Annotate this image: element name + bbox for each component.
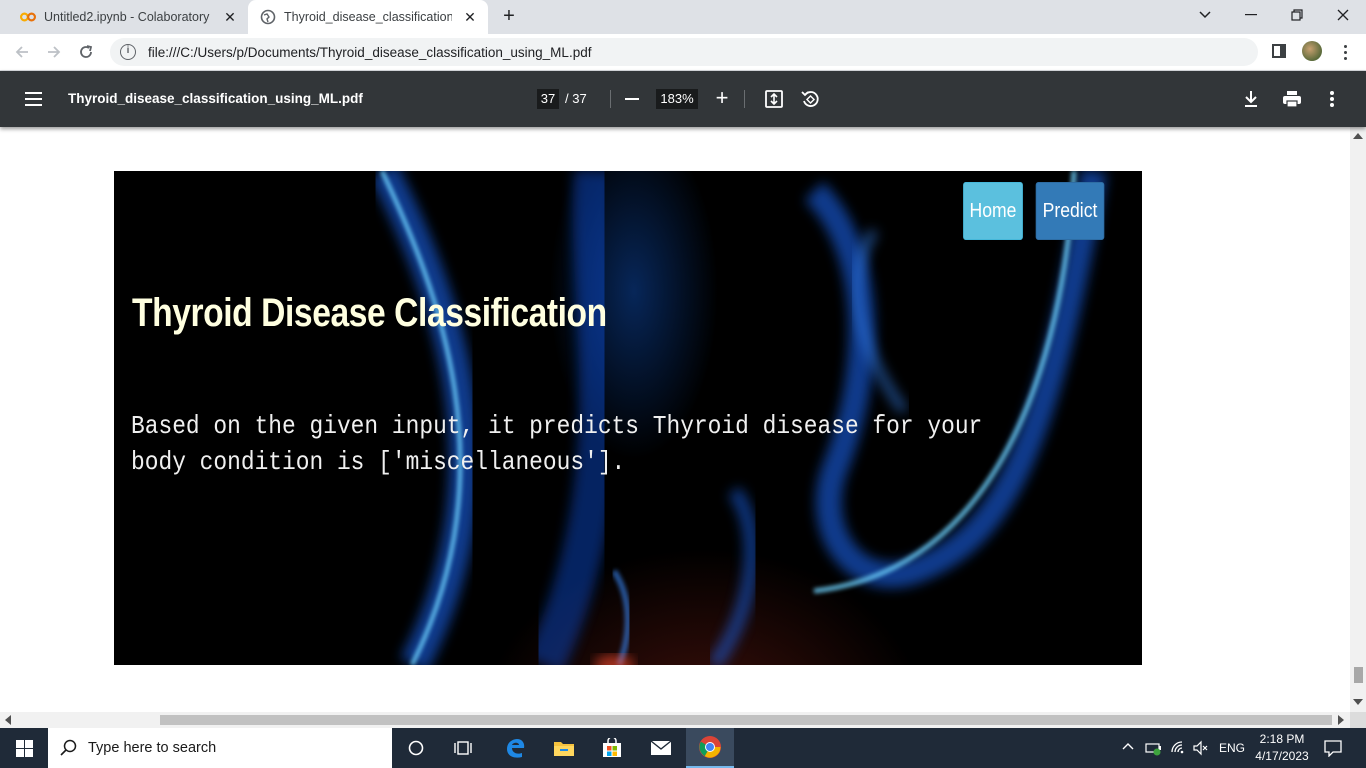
- scroll-up-arrow-icon[interactable]: [1353, 133, 1363, 139]
- tab-pdf[interactable]: Thyroid_disease_classification_us ✕: [248, 0, 488, 34]
- rotate-icon[interactable]: [799, 88, 821, 110]
- restore-button[interactable]: [1274, 0, 1320, 30]
- close-tab-icon[interactable]: ✕: [222, 9, 238, 25]
- start-button[interactable]: [0, 728, 48, 768]
- vertical-scrollbar[interactable]: [1350, 127, 1366, 712]
- page-number-input[interactable]: 37: [537, 89, 559, 109]
- mail-icon[interactable]: [637, 728, 685, 768]
- notifications-icon[interactable]: [1324, 739, 1342, 760]
- info-icon[interactable]: i: [120, 44, 136, 60]
- horizontal-scroll-thumb[interactable]: [160, 715, 1332, 725]
- file-explorer-icon[interactable]: [540, 728, 588, 768]
- tab-title: Untitled2.ipynb - Colaboratory: [44, 10, 210, 24]
- volume-muted-icon[interactable]: [1193, 740, 1209, 759]
- chrome-icon[interactable]: [686, 728, 734, 768]
- menu-icon[interactable]: [25, 92, 42, 106]
- close-window-button[interactable]: [1320, 0, 1366, 30]
- new-tab-button[interactable]: +: [498, 6, 520, 28]
- clock-date: 4/17/2023: [1255, 749, 1309, 763]
- more-options-icon[interactable]: [1321, 88, 1343, 110]
- forward-button[interactable]: [42, 40, 66, 64]
- page-total: / 37: [565, 91, 587, 106]
- search-placeholder: Type here to search: [88, 740, 217, 756]
- toolbar-divider: [744, 90, 745, 108]
- search-icon: [60, 739, 78, 761]
- pdf-file-name: Thyroid_disease_classification_using_ML.…: [68, 91, 363, 106]
- show-hidden-icons-icon[interactable]: [1122, 739, 1134, 756]
- download-icon[interactable]: [1240, 88, 1262, 110]
- back-button[interactable]: [10, 40, 34, 64]
- zoom-out-button[interactable]: [625, 98, 639, 100]
- browser-menu-icon[interactable]: [1340, 40, 1350, 64]
- horizontal-scrollbar[interactable]: [0, 712, 1350, 728]
- home-nav-button: Home: [963, 182, 1023, 240]
- tab-strip: Untitled2.ipynb - Colaboratory ✕ Thyroid…: [0, 0, 1366, 34]
- input-language[interactable]: ENG: [1219, 741, 1245, 755]
- print-icon[interactable]: [1281, 88, 1303, 110]
- zoom-in-button[interactable]: +: [712, 87, 732, 109]
- toolbar-divider: [610, 90, 611, 108]
- side-panel-icon[interactable]: [1272, 44, 1286, 58]
- system-clock[interactable]: 2:18 PM 4/17/2023: [1250, 731, 1314, 765]
- reload-button[interactable]: [74, 40, 98, 64]
- scroll-right-arrow-icon[interactable]: [1338, 715, 1344, 725]
- profile-avatar[interactable]: [1302, 41, 1322, 61]
- colab-icon: [20, 9, 36, 25]
- pdf-toolbar: Thyroid_disease_classification_using_ML.…: [0, 71, 1366, 127]
- tab-colab[interactable]: Untitled2.ipynb - Colaboratory ✕: [8, 0, 248, 34]
- predict-nav-button: Predict: [1035, 182, 1105, 240]
- minimize-button[interactable]: [1228, 0, 1274, 30]
- wifi-icon[interactable]: [1170, 740, 1188, 759]
- battery-icon[interactable]: [1145, 740, 1163, 759]
- url-field[interactable]: i file:///C:/Users/p/Documents/Thyroid_d…: [110, 38, 1258, 66]
- zoom-level-input[interactable]: 183%: [656, 89, 698, 109]
- edge-icon[interactable]: [491, 728, 539, 768]
- taskbar-search-box[interactable]: Type here to search: [48, 728, 392, 768]
- microsoft-store-icon[interactable]: [588, 728, 636, 768]
- scroll-left-arrow-icon[interactable]: [5, 715, 11, 725]
- pdf-viewport[interactable]: Home Predict Thyroid Disease Classificat…: [0, 127, 1350, 712]
- tab-search-icon[interactable]: [1182, 0, 1228, 30]
- scrollbar-corner: [1350, 712, 1366, 728]
- taskbar: Type here to search ENG 2:18 PM 4/17/202…: [0, 728, 1366, 768]
- page-screenshot-image: Home Predict Thyroid Disease Classificat…: [114, 171, 1142, 665]
- address-bar: i file:///C:/Users/p/Documents/Thyroid_d…: [0, 34, 1366, 71]
- globe-icon: [260, 9, 276, 25]
- vertical-scroll-thumb[interactable]: [1354, 667, 1363, 683]
- close-tab-icon[interactable]: ✕: [462, 9, 478, 25]
- task-view-icon[interactable]: [440, 728, 488, 768]
- cortana-icon[interactable]: [392, 728, 440, 768]
- scroll-down-arrow-icon[interactable]: [1353, 699, 1363, 705]
- prediction-result-text: Based on the given input, it predicts Th…: [131, 411, 983, 477]
- url-text: file:///C:/Users/p/Documents/Thyroid_dis…: [148, 44, 592, 60]
- fit-to-page-icon[interactable]: [763, 88, 785, 110]
- tab-title: Thyroid_disease_classification_us: [284, 10, 452, 24]
- clock-time: 2:18 PM: [1259, 732, 1305, 746]
- page-heading: Thyroid Disease Classification: [132, 291, 607, 335]
